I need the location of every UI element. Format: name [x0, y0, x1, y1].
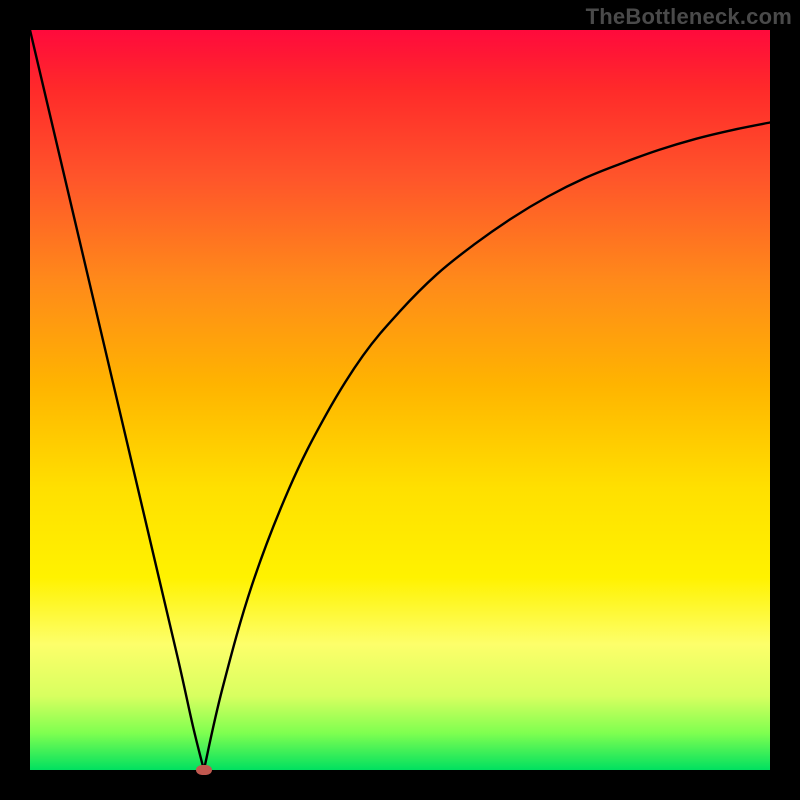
watermark-text: TheBottleneck.com — [586, 4, 792, 30]
minimum-marker — [196, 765, 212, 775]
plot-area — [30, 30, 770, 770]
chart-frame: TheBottleneck.com — [0, 0, 800, 800]
curve-path — [30, 30, 770, 779]
bottleneck-curve — [30, 30, 770, 770]
